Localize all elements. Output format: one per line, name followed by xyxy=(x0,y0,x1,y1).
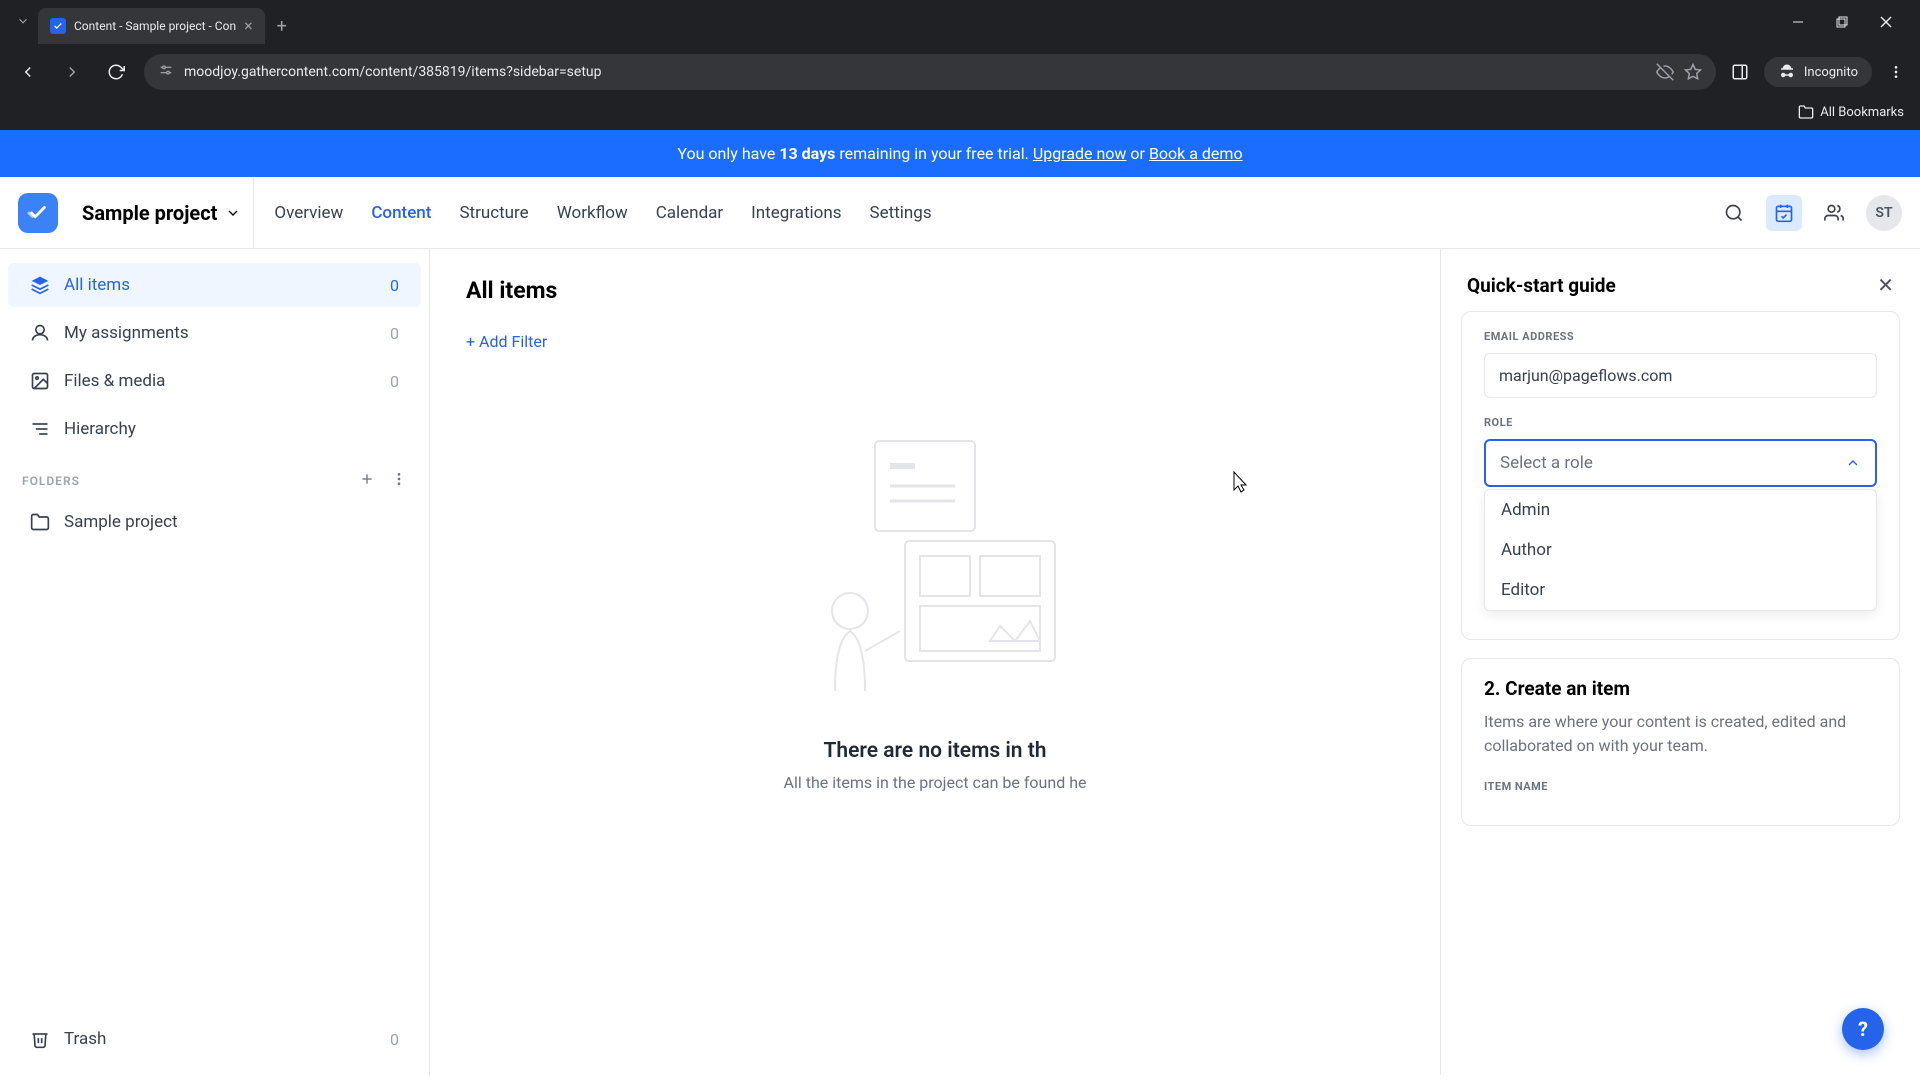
app-body: All items 0 My assignments 0 Files & med… xyxy=(0,249,1920,1075)
trial-banner: You only have 13 days remaining in your … xyxy=(0,130,1920,177)
role-option-editor[interactable]: Editor xyxy=(1485,570,1876,610)
empty-illustration xyxy=(805,431,1065,711)
incognito-eye-icon[interactable] xyxy=(1656,63,1674,81)
create-item-card: 2. Create an item Items are where your c… xyxy=(1461,658,1900,826)
incognito-label: Incognito xyxy=(1804,65,1858,80)
help-fab[interactable]: ? xyxy=(1842,1008,1884,1050)
empty-title: There are no items in th xyxy=(466,739,1404,763)
address-bar[interactable]: moodjoy.gathercontent.com/content/385819… xyxy=(144,54,1716,90)
browser-tab[interactable]: Content - Sample project - Con × xyxy=(38,8,265,44)
back-button[interactable] xyxy=(12,56,44,88)
app-logo[interactable] xyxy=(18,193,58,233)
nav-tabs: Overview Content Structure Workflow Cale… xyxy=(274,199,931,227)
sidebar-files[interactable]: Files & media 0 xyxy=(8,359,421,403)
add-filter-button[interactable]: + Add Filter xyxy=(466,332,1404,351)
minimize-button[interactable] xyxy=(1784,8,1812,36)
user-avatar[interactable]: ST xyxy=(1866,195,1902,231)
tab-settings[interactable]: Settings xyxy=(870,199,932,227)
email-label: EMAIL ADDRESS xyxy=(1484,330,1877,343)
incognito-indicator[interactable]: Incognito xyxy=(1764,57,1872,87)
chevron-down-icon xyxy=(225,205,241,221)
image-icon xyxy=(30,371,50,391)
folder-menu-button[interactable] xyxy=(391,471,407,490)
forward-button[interactable] xyxy=(56,56,88,88)
stack-icon xyxy=(30,275,50,295)
guide-icon[interactable] xyxy=(1766,195,1802,231)
main-content: All items + Add Filter There are no item… xyxy=(430,249,1440,1075)
email-input[interactable] xyxy=(1484,353,1877,398)
browser-menu-icon[interactable] xyxy=(1884,60,1908,84)
tab-workflow[interactable]: Workflow xyxy=(557,199,628,227)
tab-strip: Content - Sample project - Con × + xyxy=(0,0,1920,44)
sidebar: All items 0 My assignments 0 Files & med… xyxy=(0,249,430,1075)
new-tab-button[interactable]: + xyxy=(265,10,299,43)
bookmarks-bar: All Bookmarks xyxy=(0,100,1920,126)
content-title: All items xyxy=(466,277,1404,304)
tab-calendar[interactable]: Calendar xyxy=(656,199,723,227)
all-bookmarks-button[interactable]: All Bookmarks xyxy=(1798,104,1904,120)
panel-close-button[interactable]: ✕ xyxy=(1877,273,1894,297)
upgrade-link[interactable]: Upgrade now xyxy=(1033,144,1127,163)
browser-toolbar: moodjoy.gathercontent.com/content/385819… xyxy=(0,44,1920,100)
sidebar-folder-sample[interactable]: Sample project xyxy=(8,500,421,544)
browser-chrome: Content - Sample project - Con × + xyxy=(0,0,1920,130)
hierarchy-icon xyxy=(30,419,50,439)
folder-icon xyxy=(30,512,50,532)
book-demo-link[interactable]: Book a demo xyxy=(1149,144,1243,163)
quick-start-panel: Quick-start guide ✕ EMAIL ADDRESS ROLE S… xyxy=(1440,249,1920,1075)
tab-search-dropdown[interactable] xyxy=(8,9,38,36)
people-icon[interactable] xyxy=(1816,195,1852,231)
tab-integrations[interactable]: Integrations xyxy=(751,199,841,227)
sidebar-hierarchy[interactable]: Hierarchy xyxy=(8,407,421,451)
tab-favicon xyxy=(50,18,66,34)
item-name-label: ITEM NAME xyxy=(1484,780,1877,793)
sidebar-trash[interactable]: Trash 0 xyxy=(8,1017,421,1061)
role-select[interactable]: Select a role xyxy=(1484,439,1877,487)
invite-card: EMAIL ADDRESS ROLE Select a role Admin A… xyxy=(1461,311,1900,640)
role-option-author[interactable]: Author xyxy=(1485,530,1876,570)
chevron-up-icon xyxy=(1845,455,1861,471)
sidebar-all-items[interactable]: All items 0 xyxy=(8,263,421,307)
empty-subtitle: All the items in the project can be foun… xyxy=(466,773,1404,792)
site-settings-icon[interactable] xyxy=(158,62,174,82)
tab-structure[interactable]: Structure xyxy=(459,199,528,227)
step2-title: 2. Create an item xyxy=(1484,677,1877,700)
tab-title: Content - Sample project - Con xyxy=(74,19,236,33)
tab-overview[interactable]: Overview xyxy=(274,199,343,227)
side-panel-icon[interactable] xyxy=(1728,60,1752,84)
maximize-button[interactable] xyxy=(1828,8,1856,36)
folders-header: FOLDERS xyxy=(0,453,429,498)
tab-close-icon[interactable]: × xyxy=(244,18,253,34)
sidebar-assignments[interactable]: My assignments 0 xyxy=(8,311,421,355)
empty-state: There are no items in th All the items i… xyxy=(466,431,1404,792)
project-switcher[interactable]: Sample project xyxy=(66,177,254,248)
user-icon xyxy=(30,323,50,343)
add-folder-button[interactable] xyxy=(359,471,375,490)
search-icon[interactable] xyxy=(1716,195,1752,231)
trash-icon xyxy=(30,1029,50,1049)
tab-content[interactable]: Content xyxy=(371,199,431,227)
close-window-button[interactable] xyxy=(1872,8,1900,36)
role-dropdown: Admin Author Editor xyxy=(1484,489,1877,611)
url-text: moodjoy.gathercontent.com/content/385819… xyxy=(184,64,1646,80)
role-option-admin[interactable]: Admin xyxy=(1485,490,1876,530)
reload-button[interactable] xyxy=(100,56,132,88)
bookmark-star-icon[interactable] xyxy=(1684,63,1702,81)
app-header: Sample project Overview Content Structur… xyxy=(0,177,1920,249)
step2-description: Items are where your content is created,… xyxy=(1484,710,1877,758)
role-label: ROLE xyxy=(1484,416,1877,429)
panel-title: Quick-start guide xyxy=(1467,274,1616,297)
